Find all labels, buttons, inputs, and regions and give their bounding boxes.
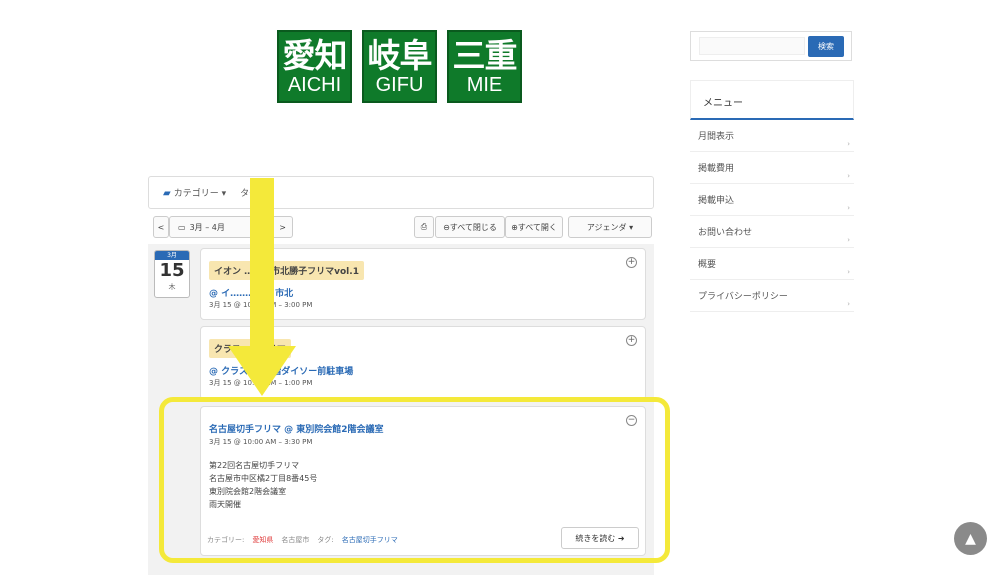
menu-item-label: 月間表示 bbox=[698, 132, 735, 142]
sidebar-item-about[interactable]: 概要 › bbox=[690, 248, 854, 280]
expand-all-button[interactable]: ⊕すべて開く bbox=[505, 216, 563, 238]
region-logos: 愛知 AICHI 岐阜 GIFU 三重 MIE bbox=[277, 30, 522, 103]
arrow-up-icon: ▲ bbox=[965, 530, 976, 547]
logo-mie[interactable]: 三重 MIE bbox=[447, 30, 522, 103]
logo-roman: AICHI bbox=[287, 73, 342, 96]
view-select-button[interactable]: アジェンダ ▾ bbox=[568, 216, 652, 238]
sidebar-item-monthly[interactable]: 月間表示 › bbox=[690, 120, 854, 152]
chevron-icon: › bbox=[847, 172, 850, 180]
menu-heading: メニュー bbox=[690, 80, 854, 120]
category-filter[interactable]: ▰ カテゴリー ▾ bbox=[163, 186, 226, 199]
sidebar-item-contact[interactable]: お問い合わせ › bbox=[690, 216, 854, 248]
date-month: 3月 bbox=[155, 251, 189, 260]
logo-roman: GIFU bbox=[375, 73, 424, 96]
search-button[interactable]: 検索 bbox=[808, 36, 844, 57]
logo-kanji: 三重 bbox=[452, 35, 518, 75]
menu-item-label: 概要 bbox=[698, 260, 717, 270]
menu-item-label: お問い合わせ bbox=[698, 228, 753, 238]
filter-bar: ▰カテゴリー ▾ タグ ▾ bbox=[148, 176, 654, 209]
date-range-label: 3月 – 4月 bbox=[189, 222, 225, 232]
sidebar-item-fees[interactable]: 掲載費用 › bbox=[690, 152, 854, 184]
date-badge: 3月 15 木 bbox=[154, 250, 190, 298]
search-widget: 検索 bbox=[690, 31, 852, 61]
menu-item-label: 掲載申込 bbox=[698, 196, 735, 206]
logo-gifu[interactable]: 岐阜 GIFU bbox=[362, 30, 437, 103]
expand-toggle-icon[interactable]: + bbox=[626, 335, 637, 346]
annotation-arrow bbox=[228, 178, 296, 396]
page: 愛知 AICHI 岐阜 GIFU 三重 MIE ▰カテゴリー ▾ タグ ▾ < … bbox=[0, 0, 1000, 575]
chevron-icon: › bbox=[847, 236, 850, 244]
logo-kanji: 愛知 bbox=[282, 35, 348, 75]
date-weekday: 木 bbox=[168, 283, 176, 291]
chevron-icon: › bbox=[847, 300, 850, 308]
menu-item-label: 掲載費用 bbox=[698, 164, 735, 174]
folder-icon: ▰ bbox=[163, 188, 171, 199]
calendar-icon: ▭ bbox=[178, 222, 186, 232]
logo-kanji: 岐阜 bbox=[367, 35, 433, 75]
chevron-icon: › bbox=[847, 140, 850, 148]
printer-icon: ⎙ bbox=[420, 222, 428, 231]
sidebar-item-apply[interactable]: 掲載申込 › bbox=[690, 184, 854, 216]
calendar-nav: < ▭ 3月 – 4月 > ⎙ ⊖すべて閉じる ⊕すべて開く アジェンダ ▾ bbox=[148, 216, 654, 240]
collapse-all-button[interactable]: ⊖すべて閉じる bbox=[435, 216, 505, 238]
logo-aichi[interactable]: 愛知 AICHI bbox=[277, 30, 352, 103]
prev-button[interactable]: < bbox=[153, 216, 169, 238]
search-input[interactable] bbox=[699, 37, 805, 55]
expand-toggle-icon[interactable]: + bbox=[626, 257, 637, 268]
annotation-highlight-box bbox=[159, 397, 670, 563]
menu-item-label: プライバシーポリシー bbox=[698, 292, 788, 302]
print-button[interactable]: ⎙ bbox=[414, 216, 434, 238]
category-filter-label: カテゴリー ▾ bbox=[173, 189, 227, 199]
date-day: 15 bbox=[159, 260, 185, 281]
sidebar-item-privacy[interactable]: プライバシーポリシー › bbox=[690, 280, 854, 312]
scroll-to-top-button[interactable]: ▲ bbox=[954, 522, 987, 555]
sidebar-menu: 月間表示 › 掲載費用 › 掲載申込 › お問い合わせ › 概要 › プライバシーポリシー… bbox=[690, 120, 854, 312]
chevron-icon: › bbox=[847, 268, 850, 276]
logo-roman: MIE bbox=[466, 73, 503, 96]
chevron-icon: › bbox=[847, 204, 850, 212]
